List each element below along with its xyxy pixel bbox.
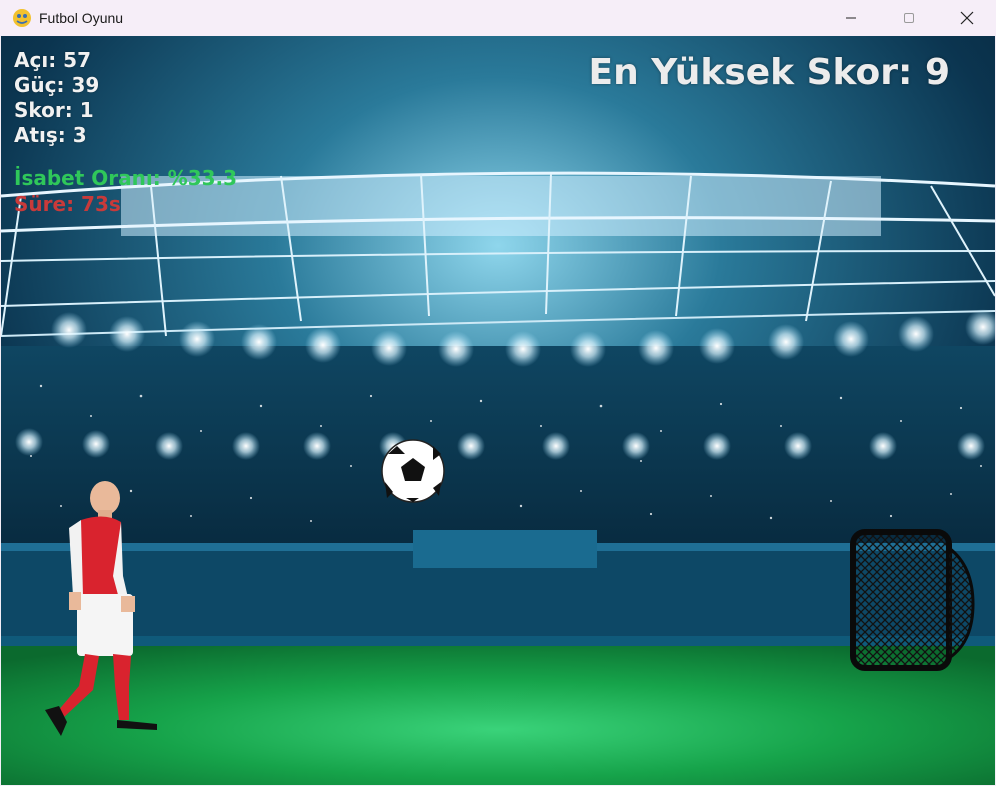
- game-window: Futbol Oyunu Açı: 57 Güç: 39 Skor: 1 Atı…: [0, 0, 996, 786]
- app-icon: [13, 9, 31, 27]
- stadium-background: [1, 36, 995, 785]
- angle-label: Açı: 57: [14, 48, 91, 72]
- title-bar: Futbol Oyunu: [0, 0, 996, 36]
- high-score-label: En Yüksek Skor: 9: [588, 52, 950, 93]
- minimize-icon: [846, 17, 856, 19]
- window-title: Futbol Oyunu: [39, 10, 124, 26]
- pitch: [1, 646, 995, 785]
- goal: [850, 529, 975, 671]
- stadium-stands: [1, 346, 995, 546]
- dugout: [413, 530, 597, 568]
- accuracy-label: İsabet Oranı: %33.3: [14, 166, 238, 190]
- minimize-button[interactable]: [822, 0, 880, 36]
- time-label: Süre: 73s: [14, 192, 121, 216]
- maximize-icon: [904, 13, 914, 23]
- close-icon: [960, 11, 974, 25]
- power-label: Güç: 39: [14, 73, 100, 97]
- window-controls: [822, 0, 996, 36]
- football: [381, 439, 445, 503]
- shots-label: Atış: 3: [14, 123, 87, 147]
- game-canvas[interactable]: Açı: 57 Güç: 39 Skor: 1 Atış: 3 İsabet O…: [1, 36, 995, 785]
- maximize-button[interactable]: [880, 0, 938, 36]
- close-button[interactable]: [938, 0, 996, 36]
- hud-stats: Açı: 57 Güç: 39 Skor: 1 Atış: 3: [14, 48, 99, 148]
- score-label: Skor: 1: [14, 98, 94, 122]
